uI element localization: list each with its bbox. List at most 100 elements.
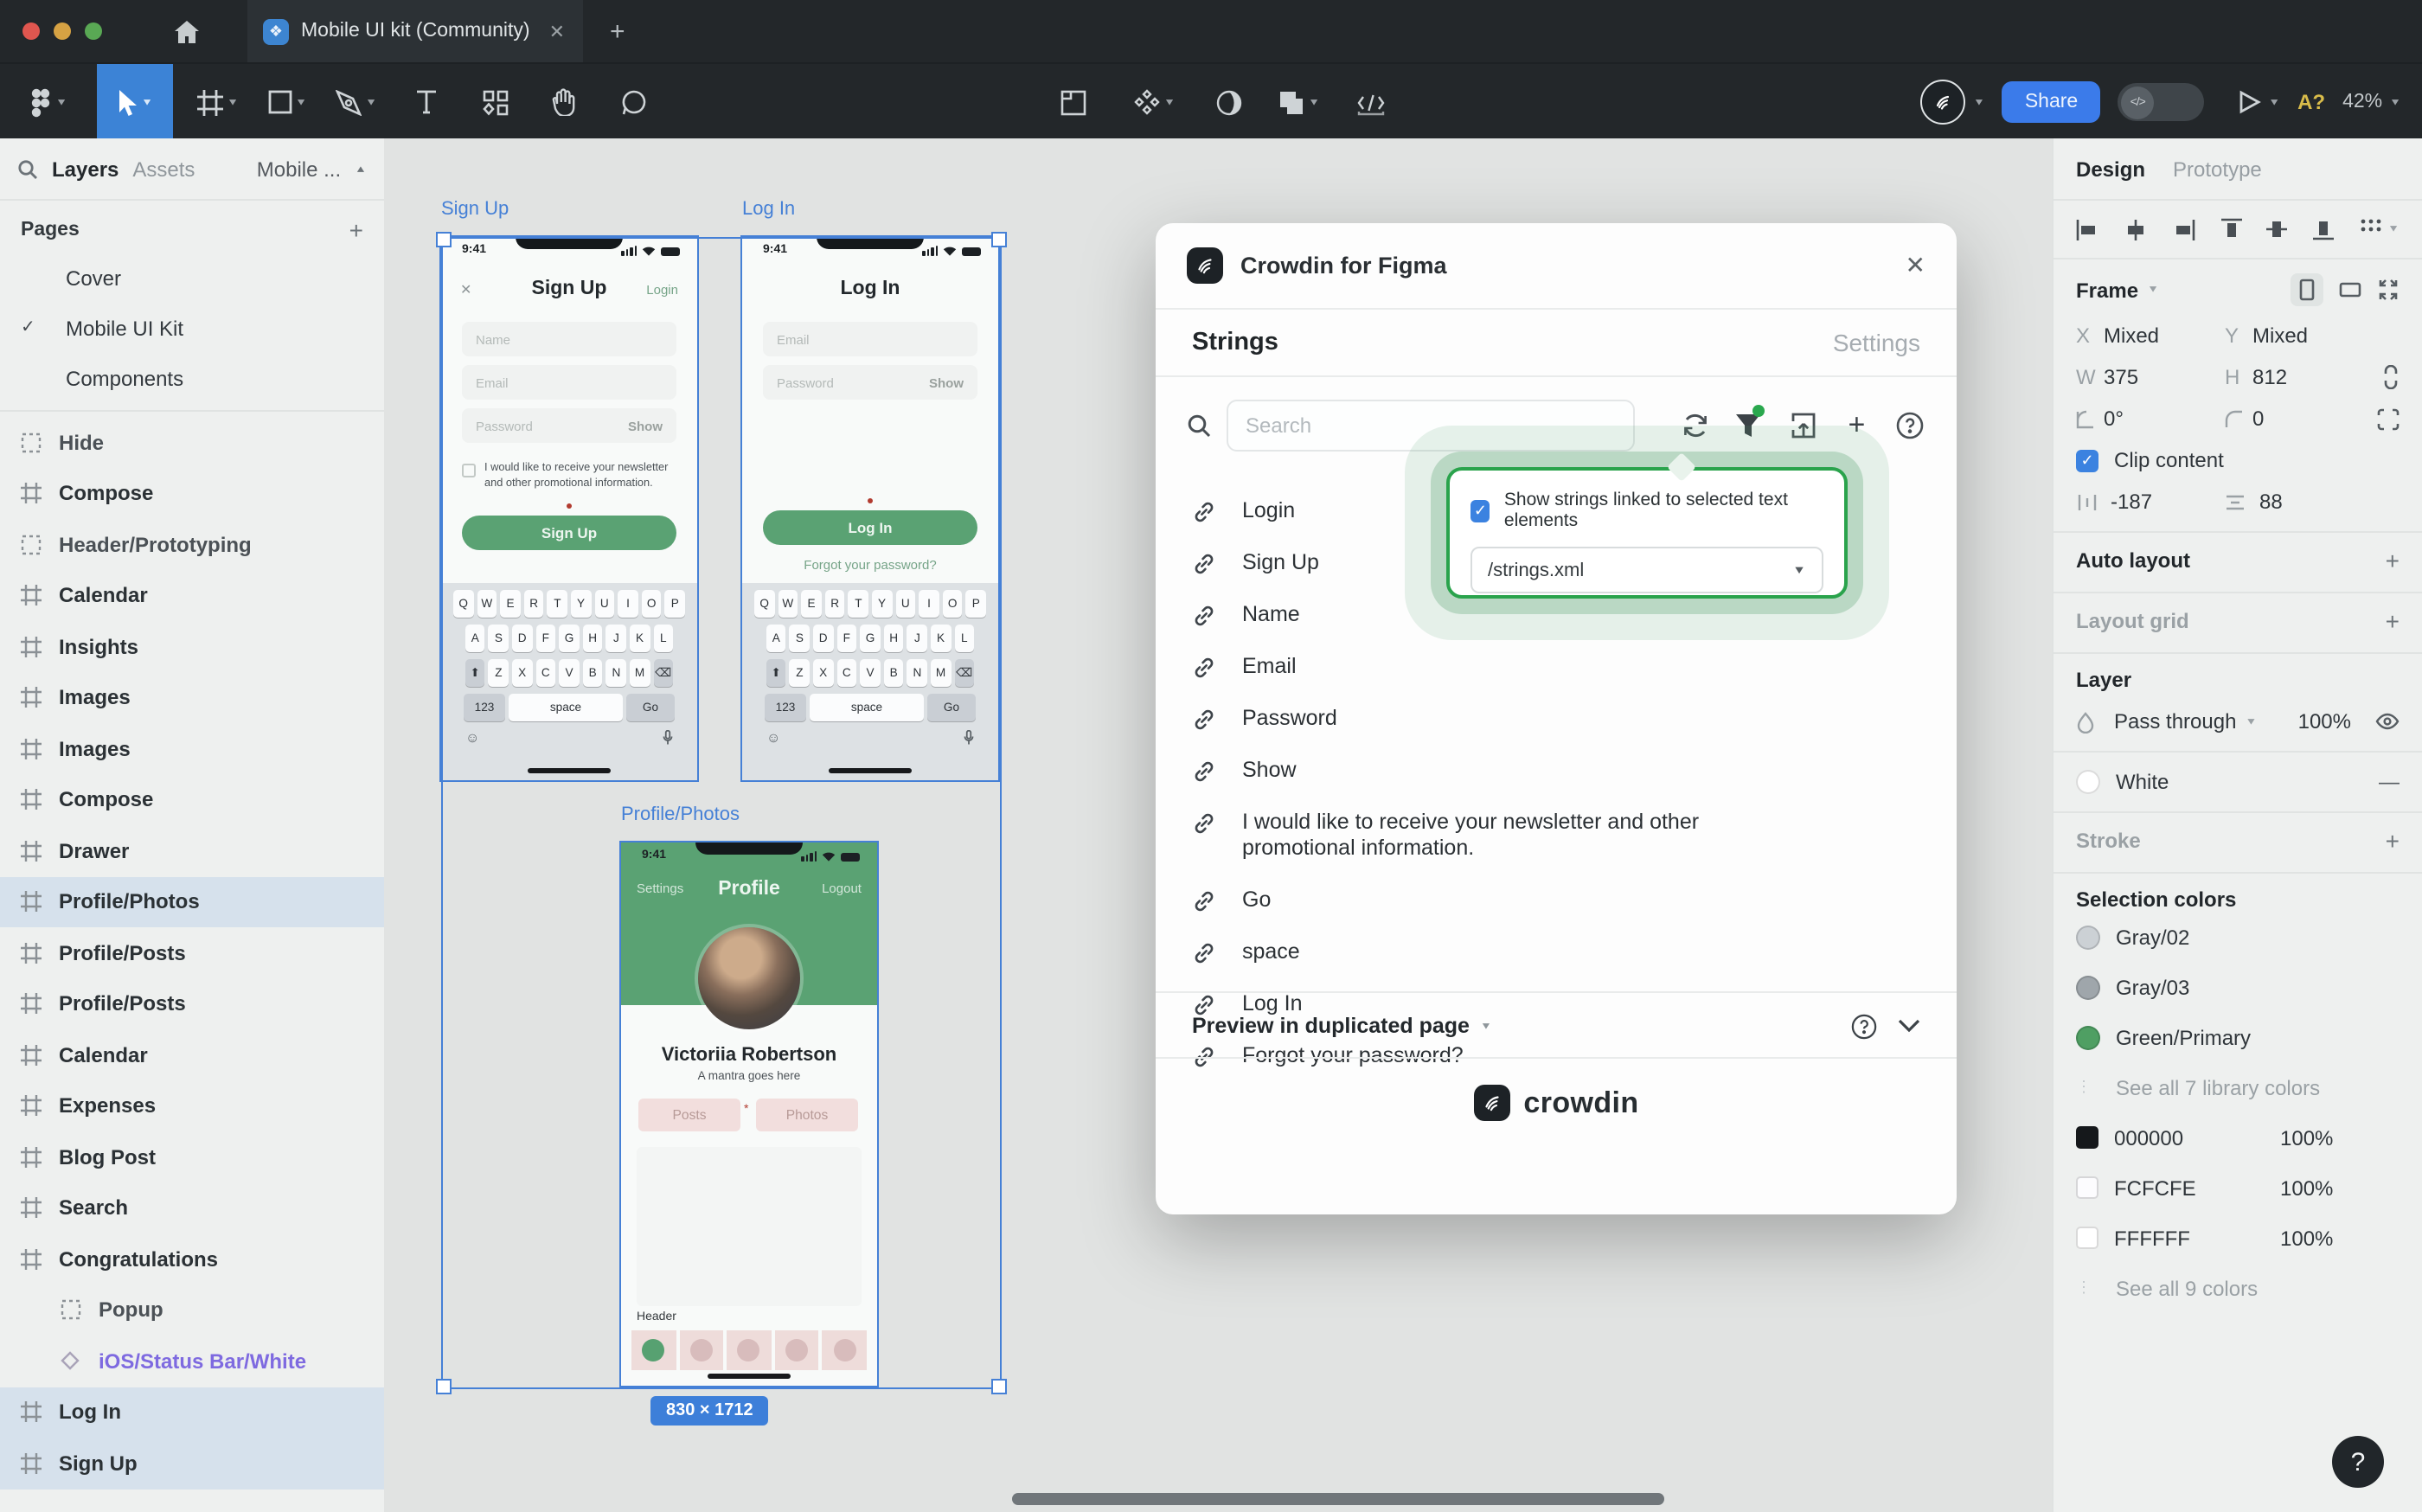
width-value[interactable]: 375 xyxy=(2104,365,2194,389)
hex-color-row[interactable]: FCFCFE 100% xyxy=(2076,1163,2400,1213)
add-page-button[interactable]: + xyxy=(349,216,363,244)
x-value[interactable]: Mixed xyxy=(2104,324,2194,348)
string-row[interactable]: I would like to receive your newsletter … xyxy=(1156,796,1957,874)
page-row[interactable]: Cover xyxy=(0,253,384,303)
constrain-proportions-icon[interactable] xyxy=(2382,365,2400,389)
account-menu[interactable]: ▼ xyxy=(1921,80,1985,125)
text-tool-button[interactable] xyxy=(391,64,460,140)
tab-settings[interactable]: Settings xyxy=(1833,329,1920,356)
tab-layers[interactable]: Layers xyxy=(52,157,119,181)
tab-close-icon[interactable]: ✕ xyxy=(549,20,565,42)
y-value[interactable]: Mixed xyxy=(2252,324,2342,348)
portrait-orientation-button[interactable] xyxy=(2291,273,2323,306)
tab-design[interactable]: Design xyxy=(2076,157,2145,181)
help-icon[interactable] xyxy=(1896,408,1925,443)
clip-content-checkbox[interactable]: ✓ xyxy=(2076,449,2098,471)
color-style-row[interactable]: Gray/02 xyxy=(2076,912,2400,962)
see-library-colors-link[interactable]: ⋮ See all 7 library colors xyxy=(2076,1062,2400,1112)
spellcheck-badge[interactable]: A? xyxy=(2297,90,2325,114)
preview-label[interactable]: Preview in duplicated page xyxy=(1192,1014,1470,1038)
close-dialog-button[interactable]: ✕ xyxy=(1906,251,1925,280)
frame-label-log-in[interactable]: Log In xyxy=(742,199,795,220)
layer-row[interactable]: Profile/Posts xyxy=(0,927,384,978)
file-select[interactable]: /strings.xml ▼ xyxy=(1470,547,1823,593)
layer-row[interactable]: Profile/Photos xyxy=(0,876,384,927)
align-h-center-icon[interactable] xyxy=(2124,219,2147,240)
home-icon[interactable] xyxy=(175,20,199,42)
layer-row[interactable]: Profile/Posts xyxy=(0,978,384,1029)
upload-icon[interactable] xyxy=(1788,408,1817,443)
dev-mode-toggle[interactable]: </> xyxy=(2118,83,2204,121)
help-button[interactable]: ? xyxy=(2332,1436,2384,1488)
string-row[interactable]: Email xyxy=(1156,640,1957,692)
maximize-window-button[interactable] xyxy=(85,22,102,40)
layer-row[interactable]: Images xyxy=(0,672,384,723)
fill-swatch[interactable] xyxy=(2076,770,2100,794)
vertical-gap-value[interactable]: 88 xyxy=(2259,490,2349,514)
mask-button[interactable] xyxy=(1194,64,1263,140)
independent-corners-icon[interactable] xyxy=(2377,407,2400,430)
color-style-row[interactable]: Green/Primary xyxy=(2076,1012,2400,1062)
layer-row[interactable]: Popup xyxy=(0,1285,384,1336)
window-controls[interactable] xyxy=(22,22,102,40)
search-icon[interactable] xyxy=(17,158,38,179)
edit-object-button[interactable] xyxy=(1038,64,1107,140)
align-left-icon[interactable] xyxy=(2076,219,2098,240)
hand-tool-button[interactable] xyxy=(529,64,599,140)
layer-row[interactable]: Expenses xyxy=(0,1080,384,1131)
layer-row[interactable]: Drawer xyxy=(0,825,384,876)
layer-row[interactable]: Calendar xyxy=(0,570,384,621)
layer-row[interactable]: Compose xyxy=(0,774,384,825)
height-value[interactable]: 812 xyxy=(2252,365,2342,389)
hex-color-row[interactable]: FFFFFF 100% xyxy=(2076,1213,2400,1263)
create-component-button[interactable]: ▼ xyxy=(1114,64,1194,140)
file-tab[interactable]: ❖ Mobile UI kit (Community) ✕ xyxy=(247,0,582,62)
page-row[interactable]: ✓ Mobile UI Kit xyxy=(0,303,384,353)
layer-row[interactable]: Insights xyxy=(0,621,384,672)
align-bottom-icon[interactable] xyxy=(2313,218,2334,240)
tab-assets[interactable]: Assets xyxy=(132,157,195,181)
present-menu[interactable]: ▼ xyxy=(2239,90,2280,114)
new-tab-button[interactable]: + xyxy=(610,16,625,46)
string-row[interactable]: Password xyxy=(1156,692,1957,744)
opacity-value[interactable]: 100% xyxy=(2298,709,2351,734)
refresh-icon[interactable] xyxy=(1680,408,1709,443)
layer-row[interactable]: Log In xyxy=(0,1387,384,1438)
help-icon[interactable] xyxy=(1851,1013,1877,1039)
log-in-frame[interactable]: 9:41 Log In Email Password Show Log In F… xyxy=(742,237,998,780)
chevron-down-icon[interactable]: ▼ xyxy=(1480,1021,1492,1030)
align-v-center-icon[interactable] xyxy=(2267,218,2288,240)
move-tool-button[interactable]: ▼ xyxy=(97,64,173,140)
corner-radius-value[interactable]: 0 xyxy=(2252,407,2342,431)
add-layout-grid-button[interactable]: + xyxy=(2386,607,2400,635)
frame-type-label[interactable]: Frame xyxy=(2076,278,2138,302)
chevron-up-icon[interactable]: ▼ xyxy=(355,163,367,173)
align-top-icon[interactable] xyxy=(2220,218,2241,240)
frame-label-sign-up[interactable]: Sign Up xyxy=(441,199,509,220)
tidy-up-button[interactable]: ▼ xyxy=(2360,218,2400,240)
selection-handle[interactable] xyxy=(436,1379,452,1394)
hex-color-row[interactable]: 000000 100% xyxy=(2076,1112,2400,1163)
minimize-window-button[interactable] xyxy=(54,22,71,40)
profile-photos-frame[interactable]: 9:41 Settings Profile Logout Victoriia R… xyxy=(621,842,877,1386)
visibility-eye-icon[interactable] xyxy=(2375,713,2400,730)
search-input[interactable] xyxy=(1227,400,1635,452)
layer-row[interactable]: Images xyxy=(0,723,384,774)
tab-prototype[interactable]: Prototype xyxy=(2173,157,2262,181)
remove-fill-icon[interactable]: — xyxy=(2379,770,2400,794)
shape-tool-button[interactable]: ▼ xyxy=(253,64,322,140)
add-string-icon[interactable]: + xyxy=(1842,408,1871,443)
code-view-button[interactable] xyxy=(1336,64,1405,140)
fill-style-name[interactable]: White xyxy=(2116,770,2169,794)
tab-strings[interactable]: Strings xyxy=(1192,329,1278,356)
page-row[interactable]: Components xyxy=(0,353,384,403)
string-row[interactable]: space xyxy=(1156,926,1957,977)
frame-tool-button[interactable]: ▼ xyxy=(183,64,253,140)
resize-to-fit-icon[interactable] xyxy=(2377,279,2400,301)
string-row[interactable]: Go xyxy=(1156,874,1957,926)
rotation-value[interactable]: 0° xyxy=(2104,407,2194,431)
horizontal-gap-value[interactable]: -187 xyxy=(2111,490,2201,514)
frame-label-profile-photos[interactable]: Profile/Photos xyxy=(621,804,740,825)
see-all-colors-link[interactable]: ⋮ See all 9 colors xyxy=(2076,1263,2400,1313)
comment-tool-button[interactable] xyxy=(599,64,668,140)
